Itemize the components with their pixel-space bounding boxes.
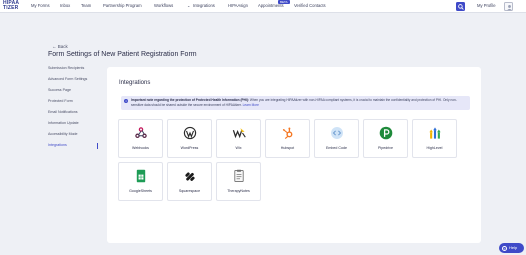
integration-card-embed-code[interactable]: Embed Code bbox=[314, 119, 359, 158]
nav-workflows[interactable]: Workflows bbox=[154, 3, 173, 8]
webhooks-icon bbox=[135, 127, 147, 139]
nav-my-forms[interactable]: My Forms bbox=[31, 3, 50, 8]
help-label: Help bbox=[509, 245, 518, 250]
nav-team[interactable]: Team bbox=[81, 3, 91, 8]
help-button[interactable]: ? Help bbox=[499, 243, 524, 253]
integration-card-wix[interactable]: Wix bbox=[216, 119, 261, 158]
hubspot-icon bbox=[282, 127, 293, 140]
integration-label: Wix bbox=[235, 146, 242, 150]
integration-card-google-sheets[interactable]: GoogleSheets bbox=[118, 162, 163, 201]
embed-code-icon bbox=[331, 127, 343, 139]
user-icon bbox=[507, 5, 512, 11]
integration-label: Webhooks bbox=[132, 146, 149, 150]
integration-label: Squarespace bbox=[178, 189, 201, 193]
integration-card-highlevel[interactable]: HighLevel bbox=[412, 119, 457, 158]
nav-integrations[interactable]: Integrations bbox=[193, 3, 215, 8]
sidebar-item-advanced-form-settings[interactable]: Advanced Form Settings bbox=[48, 77, 100, 88]
integration-label: WordPress bbox=[180, 146, 199, 150]
google-sheets-icon bbox=[136, 169, 146, 183]
page-title: Form Settings of New Patient Registratio… bbox=[48, 51, 197, 58]
integration-card-hubspot[interactable]: Hubspot bbox=[265, 119, 310, 158]
notice-text: Important note regarding the protection … bbox=[131, 98, 467, 107]
learn-more-link[interactable]: Learn More bbox=[243, 103, 259, 107]
highlevel-icon bbox=[429, 127, 441, 139]
logo-line-2: TIZER bbox=[3, 5, 19, 11]
integration-card-wordpress[interactable]: WordPress bbox=[167, 119, 212, 158]
top-nav-bar: HIPAA TIZER My Forms Inbox Team Partners… bbox=[0, 0, 526, 13]
help-icon: ? bbox=[502, 245, 507, 251]
back-link[interactable]: ← Back bbox=[52, 44, 68, 49]
settings-sidebar: Submission Recipients Advanced Form Sett… bbox=[48, 66, 100, 154]
nav-partnership-program[interactable]: Partnership Program bbox=[103, 3, 142, 8]
notice-bold: Important note regarding the protection … bbox=[131, 98, 249, 102]
wix-icon bbox=[232, 128, 246, 139]
info-icon: i bbox=[124, 99, 128, 103]
integration-label: TherapyNotes bbox=[227, 189, 250, 193]
therapynotes-icon bbox=[234, 169, 244, 183]
integration-card-therapynotes[interactable]: TherapyNotes bbox=[216, 162, 261, 201]
integration-card-webhooks[interactable]: Webhooks bbox=[118, 119, 163, 158]
pipedrive-icon bbox=[379, 126, 393, 140]
beta-badge: BETA bbox=[278, 0, 290, 4]
sidebar-item-submission-recipients[interactable]: Submission Recipients bbox=[48, 66, 100, 77]
sidebar-item-email-notifications[interactable]: Email Notifications bbox=[48, 110, 100, 121]
integration-label: HighLevel bbox=[426, 146, 443, 150]
back-label: Back bbox=[57, 44, 68, 49]
sidebar-item-accessibility-mode[interactable]: Accessibility Mode bbox=[48, 132, 100, 143]
integration-label: Hubspot bbox=[280, 146, 295, 150]
panel-title: Integrations bbox=[119, 80, 151, 86]
sidebar-item-information-update[interactable]: Information Update bbox=[48, 121, 100, 132]
nav-integrations-chevron-icon[interactable]: ⌄ bbox=[187, 3, 191, 8]
squarespace-icon bbox=[185, 172, 195, 181]
integration-card-pipedrive[interactable]: Pipedrive bbox=[363, 119, 408, 158]
sidebar-item-integrations[interactable]: Integrations bbox=[48, 143, 100, 154]
integration-label: GoogleSheets bbox=[129, 189, 152, 193]
phi-notice: i Important note regarding the protectio… bbox=[121, 96, 470, 110]
arrow-left-icon: ← bbox=[52, 44, 57, 49]
integration-label: Pipedrive bbox=[378, 146, 393, 150]
integrations-panel: Integrations i Important note regarding … bbox=[107, 67, 481, 243]
search-button[interactable] bbox=[456, 2, 465, 11]
nav-verified-contacts[interactable]: Verified Contacts bbox=[294, 3, 326, 8]
wordpress-icon bbox=[183, 126, 197, 140]
my-profile-link[interactable]: My Profile bbox=[477, 3, 496, 8]
integration-label: Embed Code bbox=[326, 146, 347, 150]
avatar[interactable] bbox=[504, 2, 513, 11]
hipaatizer-logo[interactable]: HIPAA TIZER bbox=[3, 1, 25, 11]
nav-hipaasign[interactable]: HIPAAsign bbox=[228, 3, 248, 8]
integration-card-squarespace[interactable]: Squarespace bbox=[167, 162, 212, 201]
nav-inbox[interactable]: Inbox bbox=[60, 3, 70, 8]
search-icon bbox=[457, 3, 464, 10]
sidebar-item-success-page[interactable]: Success Page bbox=[48, 88, 100, 99]
sidebar-item-protected-form[interactable]: Protected Form bbox=[48, 99, 100, 110]
